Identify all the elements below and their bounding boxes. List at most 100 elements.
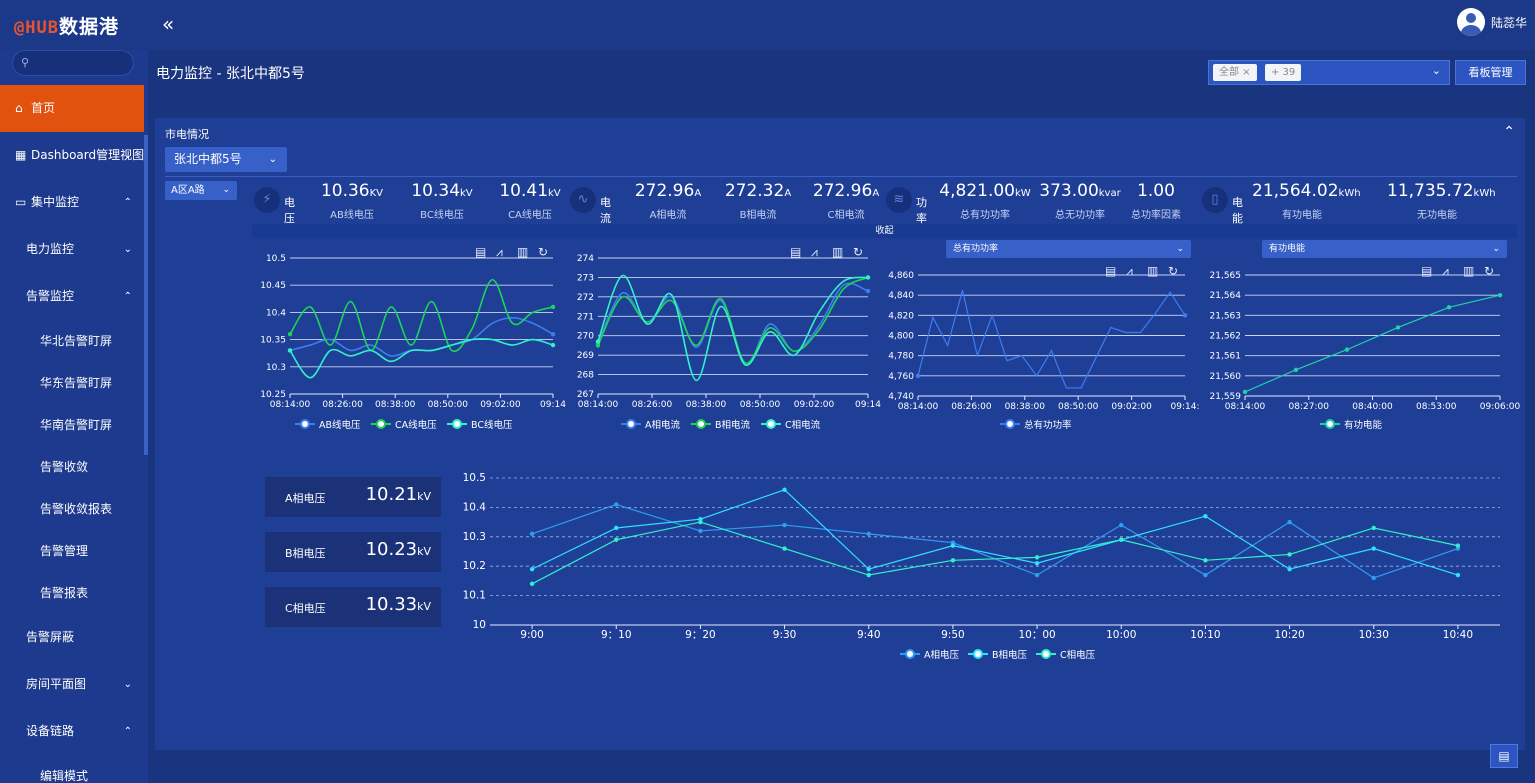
legend-item[interactable]: B相电流 bbox=[691, 419, 751, 431]
data-point[interactable] bbox=[866, 572, 871, 578]
data-point[interactable] bbox=[782, 546, 787, 551]
series-line[interactable] bbox=[917, 289, 1186, 389]
series-line[interactable] bbox=[597, 276, 869, 364]
data-point[interactable] bbox=[614, 502, 619, 507]
series-line[interactable] bbox=[1244, 294, 1501, 393]
legend-item[interactable]: B相电压 bbox=[968, 649, 1028, 661]
data-view-icon[interactable]: ▤ bbox=[1421, 264, 1432, 278]
app-logo[interactable]: @HUB数据港 bbox=[14, 12, 119, 39]
sidebar-item[interactable]: 告警收敛报表 bbox=[0, 488, 144, 530]
data-point[interactable] bbox=[595, 343, 601, 348]
data-point[interactable] bbox=[1182, 313, 1188, 318]
data-point[interactable] bbox=[1203, 514, 1208, 519]
sidebar-item[interactable]: 华南告警盯屏 bbox=[0, 404, 144, 446]
data-point[interactable] bbox=[1293, 367, 1299, 372]
data-point[interactable] bbox=[1287, 566, 1292, 572]
data-point[interactable] bbox=[1034, 572, 1040, 578]
data-point[interactable] bbox=[287, 331, 293, 337]
legend-item[interactable]: 总有功功率 bbox=[1000, 419, 1072, 431]
restore-icon[interactable]: ↻ bbox=[538, 245, 548, 259]
data-point[interactable] bbox=[950, 558, 956, 563]
sidebar-item[interactable]: 设备链路 ⌃ bbox=[0, 708, 144, 755]
user-menu[interactable]: 陆蕊华 bbox=[1456, 8, 1527, 36]
legend-item[interactable]: A相电流 bbox=[621, 419, 680, 431]
data-point[interactable] bbox=[550, 342, 556, 348]
data-point[interactable] bbox=[529, 566, 535, 572]
data-point[interactable] bbox=[1371, 546, 1376, 551]
legend-item[interactable]: CA线电压 bbox=[371, 419, 437, 431]
restore-icon[interactable]: ↻ bbox=[1168, 264, 1178, 278]
series-line[interactable] bbox=[531, 521, 1459, 585]
data-point[interactable] bbox=[866, 566, 871, 572]
data-point[interactable] bbox=[529, 581, 535, 587]
board-manage-button[interactable]: 看板管理 bbox=[1455, 60, 1526, 85]
data-point[interactable] bbox=[1203, 558, 1208, 563]
board-filter-select[interactable]: 全部 × + 39 ⌄ bbox=[1208, 60, 1450, 85]
sidebar-item[interactable]: ▭ 集中监控 ⌃ bbox=[0, 179, 144, 226]
data-point[interactable] bbox=[1242, 389, 1248, 395]
data-point[interactable] bbox=[950, 543, 956, 548]
legend-item[interactable]: C相电压 bbox=[1036, 649, 1096, 661]
data-point[interactable] bbox=[1287, 519, 1292, 525]
line-chart-icon[interactable]: ⩘ bbox=[1126, 264, 1133, 278]
sidebar-item[interactable]: 华东告警盯屏 bbox=[0, 362, 144, 404]
data-point[interactable] bbox=[698, 519, 703, 525]
data-point[interactable] bbox=[1371, 575, 1376, 581]
sidebar-item[interactable]: 告警监控 ⌃ bbox=[0, 273, 144, 320]
sidebar-item[interactable]: 房间平面图 ⌄ bbox=[0, 661, 144, 708]
sidebar-item[interactable]: ▦ Dashboard管理视图 ⌄ bbox=[0, 132, 144, 179]
bar-chart-icon[interactable]: ▥ bbox=[1147, 264, 1158, 278]
sidebar-item[interactable]: ⌂ 首页 bbox=[0, 85, 144, 132]
tag-more[interactable]: + 39 bbox=[1265, 64, 1302, 81]
legend-item[interactable]: BC线电压 bbox=[447, 419, 513, 431]
series-line[interactable] bbox=[531, 503, 1459, 579]
data-view-icon[interactable]: ▤ bbox=[1105, 264, 1116, 278]
legend-item[interactable]: 有功电能 bbox=[1320, 419, 1383, 431]
data-view-icon[interactable]: ▤ bbox=[475, 245, 486, 259]
data-point[interactable] bbox=[915, 373, 921, 379]
data-point[interactable] bbox=[1119, 522, 1124, 528]
bar-chart-icon[interactable]: ▥ bbox=[832, 245, 843, 259]
legend-item[interactable]: C相电流 bbox=[761, 419, 821, 431]
floating-action-button[interactable]: ▤ bbox=[1490, 744, 1518, 768]
series-line[interactable] bbox=[531, 489, 1459, 576]
restore-icon[interactable]: ↻ bbox=[853, 245, 863, 259]
collapse-sidebar-icon[interactable]: « bbox=[162, 12, 174, 36]
bar-chart-icon[interactable]: ▥ bbox=[517, 245, 528, 259]
legend-item[interactable]: A相电压 bbox=[900, 649, 959, 661]
data-point[interactable] bbox=[1455, 572, 1461, 578]
data-point[interactable] bbox=[865, 288, 871, 294]
bar-chart-icon[interactable]: ▥ bbox=[1463, 264, 1474, 278]
data-point[interactable] bbox=[595, 339, 601, 344]
data-point[interactable] bbox=[1497, 292, 1503, 298]
data-point[interactable] bbox=[782, 522, 787, 528]
data-point[interactable] bbox=[1034, 555, 1040, 560]
line-chart-icon[interactable]: ⩘ bbox=[496, 245, 503, 259]
sidebar-item[interactable]: 华北告警盯屏 bbox=[0, 320, 144, 362]
line-chart-icon[interactable]: ⩘ bbox=[1442, 264, 1449, 278]
data-point[interactable] bbox=[782, 487, 787, 492]
data-point[interactable] bbox=[614, 537, 619, 542]
data-point[interactable] bbox=[865, 275, 871, 280]
data-point[interactable] bbox=[1395, 325, 1401, 330]
data-point[interactable] bbox=[1455, 543, 1461, 548]
sidebar-item[interactable]: 告警管理 bbox=[0, 530, 144, 572]
data-point[interactable] bbox=[550, 304, 556, 310]
data-point[interactable] bbox=[287, 348, 293, 353]
data-point[interactable] bbox=[1287, 552, 1292, 557]
sidebar-item[interactable]: 电力监控 ⌄ bbox=[0, 226, 144, 273]
data-point[interactable] bbox=[1203, 572, 1208, 578]
series-line[interactable] bbox=[597, 282, 869, 366]
data-point[interactable] bbox=[550, 331, 556, 337]
legend-item[interactable]: AB线电压 bbox=[295, 419, 361, 431]
sidebar-item[interactable]: 告警报表 bbox=[0, 572, 144, 614]
line-chart-icon[interactable]: ⩘ bbox=[811, 245, 818, 259]
series-line[interactable] bbox=[289, 278, 554, 353]
data-point[interactable] bbox=[1034, 561, 1040, 566]
data-point[interactable] bbox=[1371, 525, 1376, 531]
data-point[interactable] bbox=[866, 531, 871, 537]
restore-icon[interactable]: ↻ bbox=[1484, 264, 1494, 278]
sidebar-item[interactable]: 告警屏蔽 bbox=[0, 614, 144, 661]
sidebar-scrollbar[interactable] bbox=[144, 135, 148, 455]
data-point[interactable] bbox=[1446, 305, 1452, 310]
